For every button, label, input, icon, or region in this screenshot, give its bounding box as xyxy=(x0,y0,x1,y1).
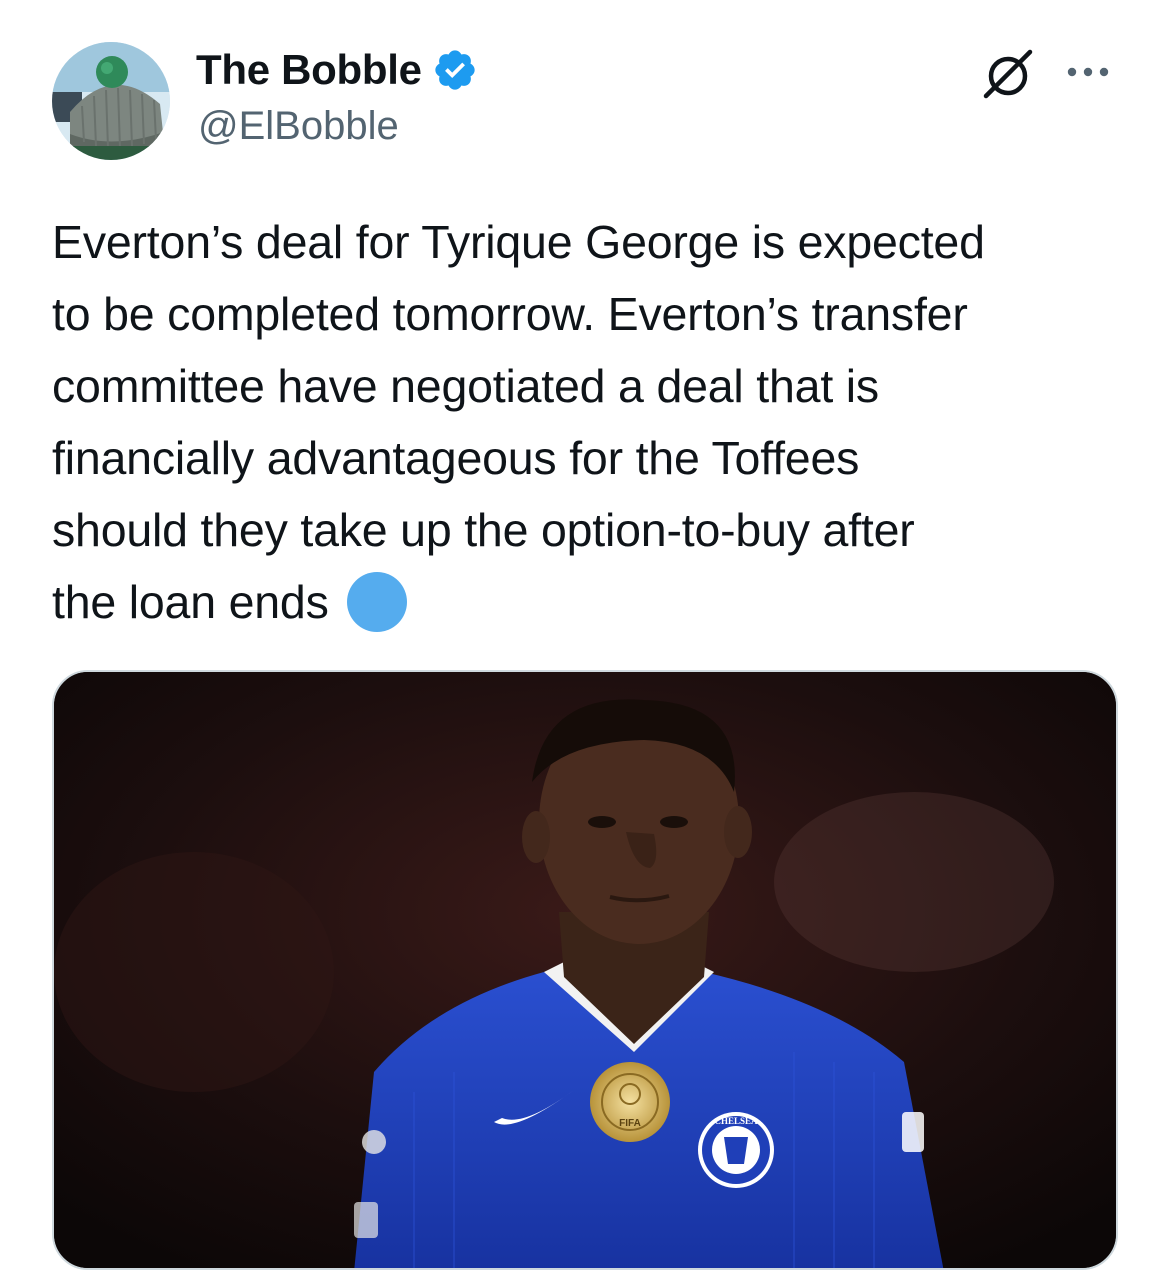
tweet-text-line: committee have negotiated a deal that is xyxy=(52,360,879,412)
crest-text: CHELSEA xyxy=(714,1116,758,1126)
author-name-row: The Bobble xyxy=(196,44,478,96)
blue-circle-emoji-icon xyxy=(346,572,407,632)
tweet-text-line: to be completed tomorrow. Everton’s tran… xyxy=(52,288,968,340)
tweet-text-line: the loan ends xyxy=(52,576,329,628)
verified-badge-icon xyxy=(432,47,478,93)
tweet-text-line: Everton’s deal for Tyrique George is exp… xyxy=(52,216,985,268)
tweet-photo[interactable]: FIFA CHELSEA xyxy=(52,670,1118,1270)
tweet-text: Everton’s deal for Tyrique George is exp… xyxy=(52,206,1122,638)
more-options-icon[interactable] xyxy=(1062,52,1114,92)
badge-text: FIFA xyxy=(619,1118,641,1129)
tweet: The Bobble @ElBobble Everton’s deal for … xyxy=(0,0,1170,1274)
author-handle[interactable]: @ElBobble xyxy=(198,104,399,149)
author-avatar[interactable] xyxy=(52,42,170,160)
tweet-text-line: should they take up the option-to-buy af… xyxy=(52,504,915,556)
tweet-text-line: financially advantageous for the Toffees xyxy=(52,432,860,484)
author-display-name[interactable]: The Bobble xyxy=(196,46,422,94)
tweet-text-line-last: the loan ends xyxy=(52,566,1122,638)
grok-icon[interactable] xyxy=(980,46,1036,102)
